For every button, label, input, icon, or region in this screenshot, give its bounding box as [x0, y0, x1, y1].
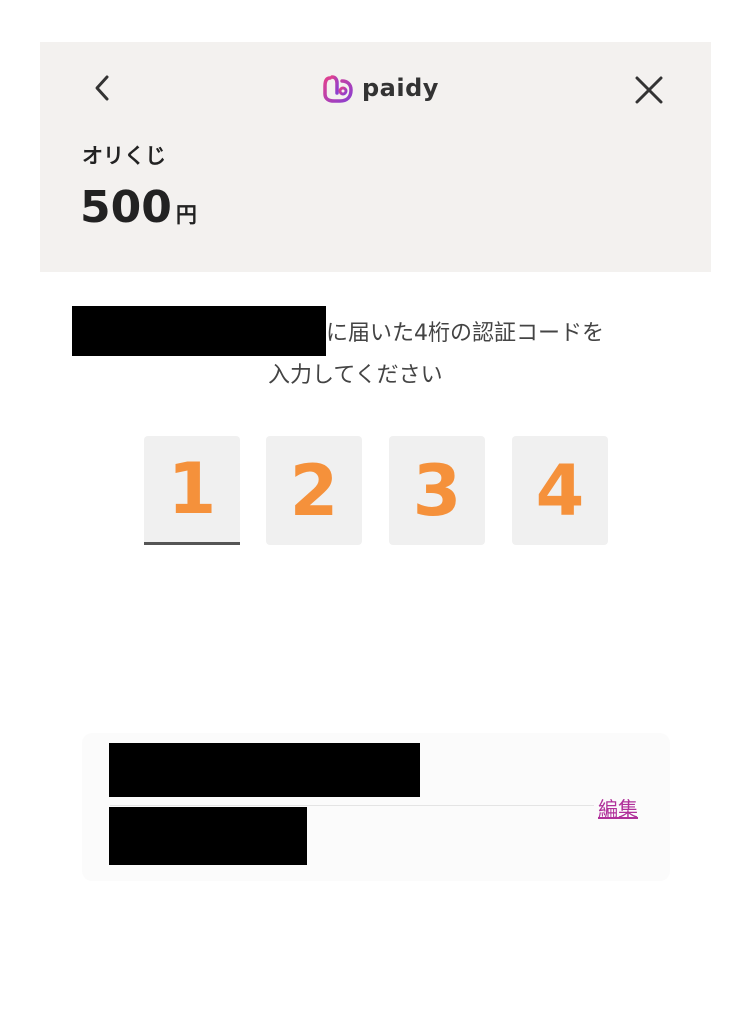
amount-value: 500: [80, 182, 172, 233]
merchant-name: オリくじ: [82, 144, 166, 168]
redacted-email: [109, 743, 420, 797]
instruction-line-1: に届いた4桁の認証コードを: [72, 306, 604, 356]
instruction-text-1: に届いた4桁の認証コードを: [326, 321, 604, 346]
close-button[interactable]: [628, 70, 670, 110]
otp-digit-2[interactable]: 2: [266, 436, 362, 545]
otp-digit-4[interactable]: 4: [512, 436, 608, 545]
contact-info-card: 編集: [82, 733, 670, 881]
paidy-logo: paidy: [322, 70, 439, 106]
amount-unit: 円: [175, 203, 197, 227]
redacted-phone: [109, 807, 307, 865]
paidy-logo-icon: [323, 75, 353, 103]
otp-digit-1[interactable]: 1: [144, 436, 240, 545]
chevron-left-icon: [95, 75, 109, 101]
checkout-header: paidy オリくじ 500 円: [40, 42, 711, 272]
instruction-line-2: 入力してください: [268, 363, 443, 388]
redacted-phone-number: [72, 306, 326, 356]
payment-amount: 500 円: [80, 182, 197, 233]
paidy-logo-text: paidy: [362, 74, 439, 102]
otp-digit-3[interactable]: 3: [389, 436, 485, 545]
card-divider: [110, 805, 594, 806]
edit-link[interactable]: 編集: [598, 793, 638, 822]
close-icon: [635, 76, 663, 104]
back-button[interactable]: [84, 70, 120, 106]
